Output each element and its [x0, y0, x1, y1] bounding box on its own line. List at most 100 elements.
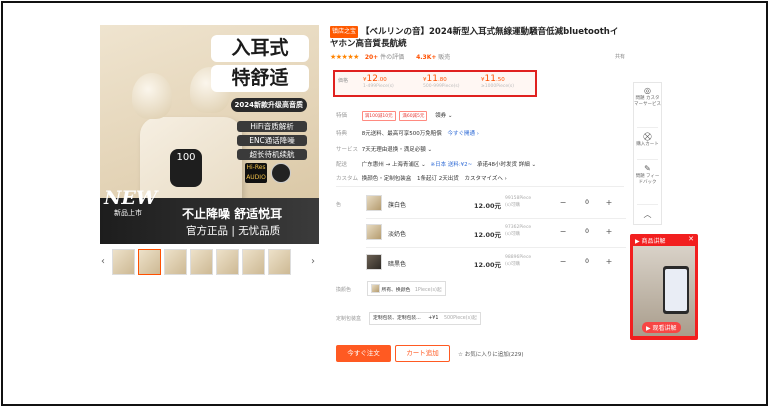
price-box: 価格 ¥12.00 1-499Piece(s) ¥11.80 500-999Pi…: [333, 70, 537, 97]
decrement-button[interactable]: −: [556, 225, 570, 239]
quantity-stepper: − 0 +: [556, 196, 618, 210]
benefit-label: 特典: [336, 131, 348, 137]
divider: [366, 218, 626, 219]
price-int: 11: [426, 74, 438, 84]
option-thumbnail: [371, 284, 380, 293]
custom-text: 换颜色・定制包装盒: [361, 176, 412, 182]
favorite-link[interactable]: ☆ お気に入りに追加(229): [458, 350, 523, 358]
quantity-input[interactable]: 0: [574, 225, 600, 239]
quantity-input[interactable]: 0: [574, 196, 600, 210]
custom-row: カスタム 换颜色・定制包装盒 1条起订 2天出货 カスタマイズへ ›: [336, 174, 507, 182]
price-int: 12: [366, 74, 378, 84]
feedback-button[interactable]: ✎ 問題 フィードバック: [634, 164, 661, 186]
variant-thumbnail[interactable]: [366, 195, 382, 211]
buy-now-button[interactable]: 今すぐ注文: [336, 345, 391, 362]
color-change-label: 換颜色: [336, 287, 352, 293]
thumbnail-7[interactable]: [268, 249, 291, 275]
custom-package-option[interactable]: 定制包装、定制包装... +¥1 500Piece(s)起: [369, 312, 481, 325]
custom-label: カスタム: [336, 176, 359, 182]
thumbnail-1[interactable]: [112, 249, 135, 275]
up-arrow-icon: ︿: [643, 210, 652, 219]
claim-coupon-link[interactable]: 領券 ⌄: [435, 113, 452, 119]
shipping-route[interactable]: 广东惠州 → 上海青浦区 ⌄: [362, 162, 426, 168]
increment-button[interactable]: +: [602, 196, 616, 210]
main-product-image[interactable]: 100 入耳式 特舒适 2024新款升级高音质 HiFi音质解析 ENC通话降噪…: [100, 25, 319, 244]
review-count[interactable]: 20+: [365, 54, 378, 61]
headline-line1: 入耳式: [211, 35, 309, 62]
decrement-button[interactable]: −: [556, 196, 570, 210]
close-icon[interactable]: ✕: [688, 235, 694, 243]
feature-enc: ENC通话降噪: [237, 135, 307, 146]
thumbnail-5[interactable]: [216, 249, 239, 275]
variant-thumbnail[interactable]: [366, 254, 382, 270]
benefit-text: 8元送料、最高可享500万免賠償: [361, 131, 442, 137]
price-dec: .50: [495, 77, 505, 83]
thumbnail-2[interactable]: [138, 249, 161, 275]
add-to-cart-button[interactable]: カート追加: [395, 345, 450, 362]
customer-service-button[interactable]: ◎ 問題 カスタマーサービス: [634, 86, 661, 108]
variant-name: 暗黒色: [388, 261, 407, 268]
variant-thumbnail[interactable]: [366, 224, 382, 240]
service-label: サービス: [336, 147, 359, 153]
divider: [637, 127, 658, 128]
thumbnail-6[interactable]: [242, 249, 265, 275]
activate-link[interactable]: 今すぐ開通 ›: [448, 131, 479, 137]
custom-package-label: 定制包装盒: [336, 316, 362, 322]
sales-count: 4.3K+: [416, 54, 437, 61]
variant-name: 淡奶色: [388, 231, 407, 238]
color-change-option[interactable]: 所有、换颜色 1Piece(s)起: [367, 281, 446, 296]
option-price: +¥1: [428, 316, 439, 321]
product-title-text: 【ベルリンの音】2024新型入耳式無線運動騒音低減bluetoothイヤホン高音…: [330, 27, 619, 49]
feature-battery: 超长待机续航: [237, 149, 307, 160]
thumbnail-strip: ‹ ›: [100, 249, 319, 275]
scroll-top-button[interactable]: ︿: [634, 210, 661, 220]
variant-stock: 97362Piece (s)可購: [505, 225, 532, 237]
increment-button[interactable]: +: [602, 225, 616, 239]
divider: [637, 204, 658, 205]
quantity-stepper: − 0 +: [556, 255, 618, 269]
coupon-chip-2[interactable]: 満60減5元: [399, 111, 428, 121]
thumb-prev-arrow[interactable]: ‹: [101, 256, 105, 267]
page-frame: 100 入耳式 特舒适 2024新款升级高音质 HiFi音质解析 ENC通话降噪…: [1, 1, 768, 406]
new-launch-label: 新品上市: [114, 209, 142, 217]
ship-time[interactable]: 承诺48小时发货 詳細 ⌄: [477, 162, 536, 168]
promo-label: 特価: [336, 113, 348, 119]
rating-stars: ★★★★★: [330, 53, 359, 61]
variant-row-2: 淡奶色 12.00元 97362Piece (s)可購 − 0 +: [366, 222, 626, 244]
option-text: 定制包装、定制包装...: [373, 316, 421, 321]
thumb-next-arrow[interactable]: ›: [311, 256, 315, 267]
increment-button[interactable]: +: [602, 255, 616, 269]
variant-price: 12.00元: [474, 231, 502, 239]
earbud-left-image: [132, 73, 172, 119]
price-qty: ≥1000Piece(s): [481, 84, 514, 89]
price-qty: 1-499Piece(s): [363, 84, 394, 89]
share-link[interactable]: 共有: [615, 53, 625, 60]
divider: [637, 159, 658, 160]
cart-button[interactable]: ⛒ 購入カート: [634, 132, 661, 148]
variant-stock: 98896Piece (s)可購: [505, 255, 532, 267]
watch-explainer-button[interactable]: ▶ 观看讲解: [642, 322, 681, 333]
decrement-button[interactable]: −: [556, 255, 570, 269]
headset-icon: ◎: [644, 86, 651, 95]
product-title: 镇店之宝 【ベルリンの音】2024新型入耳式無線運動騒音低減bluetoothイヤ…: [330, 26, 620, 50]
price-tier-3: ¥11.50 ≥1000Piece(s): [481, 74, 514, 89]
price-int: 11: [484, 74, 496, 84]
quantity-input[interactable]: 0: [574, 255, 600, 269]
phone-screen: [665, 269, 687, 311]
thumbnail-4[interactable]: [190, 249, 213, 275]
japan-shipping[interactable]: ※日本 送料:¥2~: [430, 162, 472, 168]
cart-icon: ⛒: [643, 132, 652, 141]
service-text[interactable]: 7天无理由退换・満足必額 ⌄: [362, 147, 432, 153]
customize-link[interactable]: カスタマイズへ ›: [465, 176, 507, 182]
color-label: 色: [336, 202, 342, 208]
price-tier-2: ¥11.80 500-999Piece(s): [423, 74, 460, 89]
price-dec: .80: [437, 77, 447, 83]
option-moq: 1Piece(s)起: [414, 288, 442, 293]
thumbnail-3[interactable]: [164, 249, 187, 275]
favorite-label: お気に入りに追加(229): [464, 352, 524, 358]
review-label[interactable]: 件の評価: [380, 54, 404, 61]
side-toolbar: ◎ 問題 カスタマーサービス ⛒ 購入カート ✎ 問題 フィードバック ︿: [633, 82, 662, 225]
headline-line2: 特舒适: [211, 65, 309, 92]
coupon-chip-1[interactable]: 満100減10元: [361, 111, 396, 121]
video-explainer-panel[interactable]: ▶ 商品讲解 ✕ ▶ 观看讲解: [630, 234, 698, 340]
